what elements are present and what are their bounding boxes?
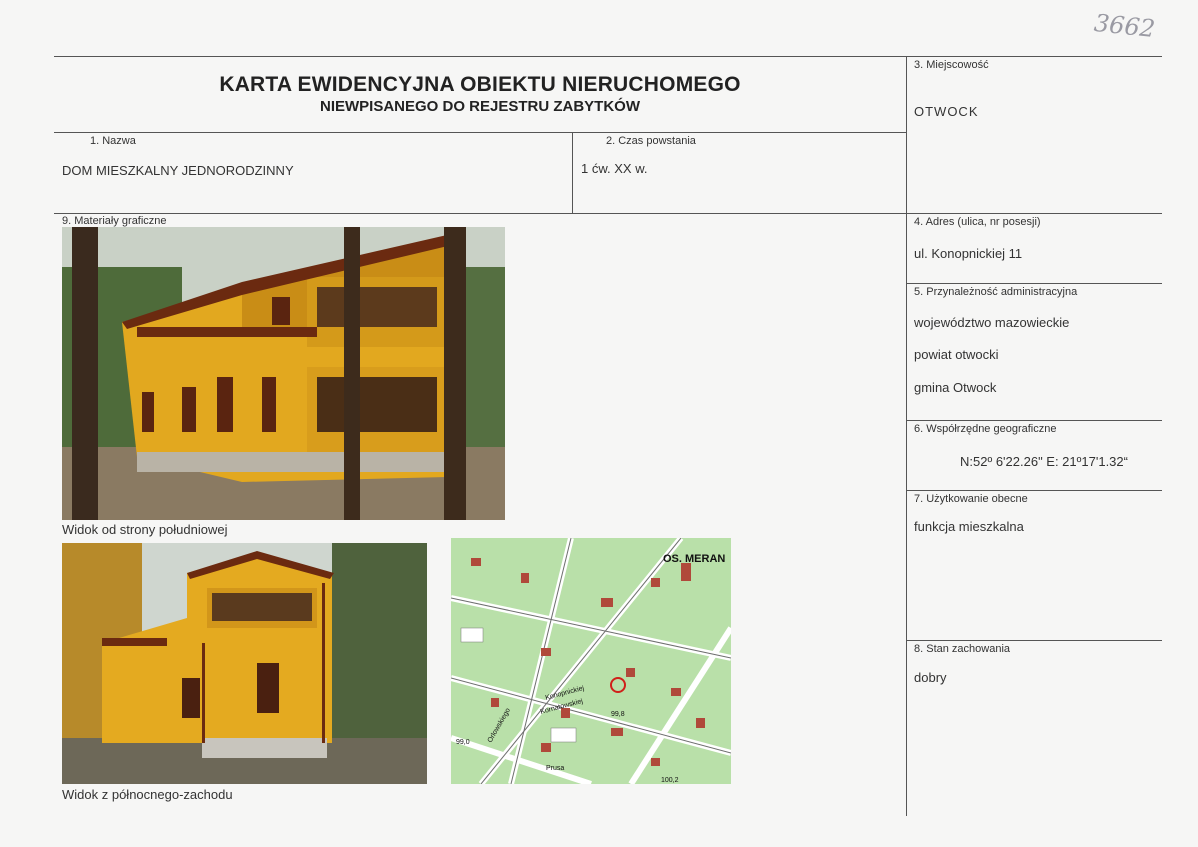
card-title: KARTA EWIDENCYJNA OBIEKTU NIERUCHOMEGO [219,73,741,96]
usage-label: 7. Użytkowanie obecne [914,493,1028,505]
map-label-7: 100,2 [661,777,679,784]
condition-value: dobry [914,670,947,685]
rule-after-address [906,283,1162,284]
map-label-3: Prusa [546,765,564,772]
right-column-divider [906,56,907,816]
date-label: 2. Czas powstania [606,135,696,147]
caption-photo-south: Widok od strony południowej [62,522,228,537]
admin-voivodeship: województwo mazowieckie [914,315,1070,330]
photo-northwest-image [62,543,427,784]
location-map-image: OS. MERAN Konopnickiej Kornatowskiej Pru… [451,538,731,784]
usage-value: funkcja mieszkalna [914,519,1024,534]
rule-after-usage [906,640,1162,641]
locality-label: 3. Miejscowość [914,59,989,71]
rule-after-coords [906,490,1162,491]
map-label-5: 99,8 [611,711,625,718]
name-value: DOM MIESZKALNY JEDNORODZINNY [62,163,294,178]
address-label: 4. Adres (ulica, nr posesji) [914,216,1041,228]
handwritten-inventory-number: 3662 [1092,8,1157,44]
address-value: ul. Konopnickiej 11 [914,246,1023,261]
admin-label: 5. Przynależność administracyjna [914,286,1078,298]
map-label-6: 99,0 [456,739,470,746]
name-date-divider [572,132,573,213]
photo-south-image [62,227,505,520]
map-label-0: OS. MERAN [663,553,725,565]
location-map: OS. MERAN Konopnickiej Kornatowskiej Pru… [451,538,731,784]
top-rule [54,56,1162,57]
name-label: 1. Nazwa [90,135,136,147]
photo-south-view [62,227,505,520]
coords-label: 6. Współrzędne geograficzne [914,423,1057,435]
photo-northwest-view [62,543,427,784]
condition-label: 8. Stan zachowania [914,643,1011,655]
admin-county: powiat otwocki [914,347,999,362]
date-value: 1 ćw. XX w. [581,161,648,176]
locality-value: OTWOCK [914,104,979,119]
record-card: 3662 KARTA EWIDENCYJNA OBIEKTU NIERUCHOM… [0,0,1198,847]
admin-commune: gmina Otwock [914,380,997,395]
title-rule [54,132,906,133]
rule-after-admin [906,420,1162,421]
graphics-label: 9. Materiały graficzne [62,215,167,227]
row-rule [54,213,1162,214]
coords-value: N:52º 6'22.26" E: 21º17'1.32“ [960,454,1128,469]
caption-photo-northwest: Widok z północnego-zachodu [62,787,233,802]
card-subtitle: NIEWPISANEGO DO REJESTRU ZABYTKÓW [319,98,641,115]
